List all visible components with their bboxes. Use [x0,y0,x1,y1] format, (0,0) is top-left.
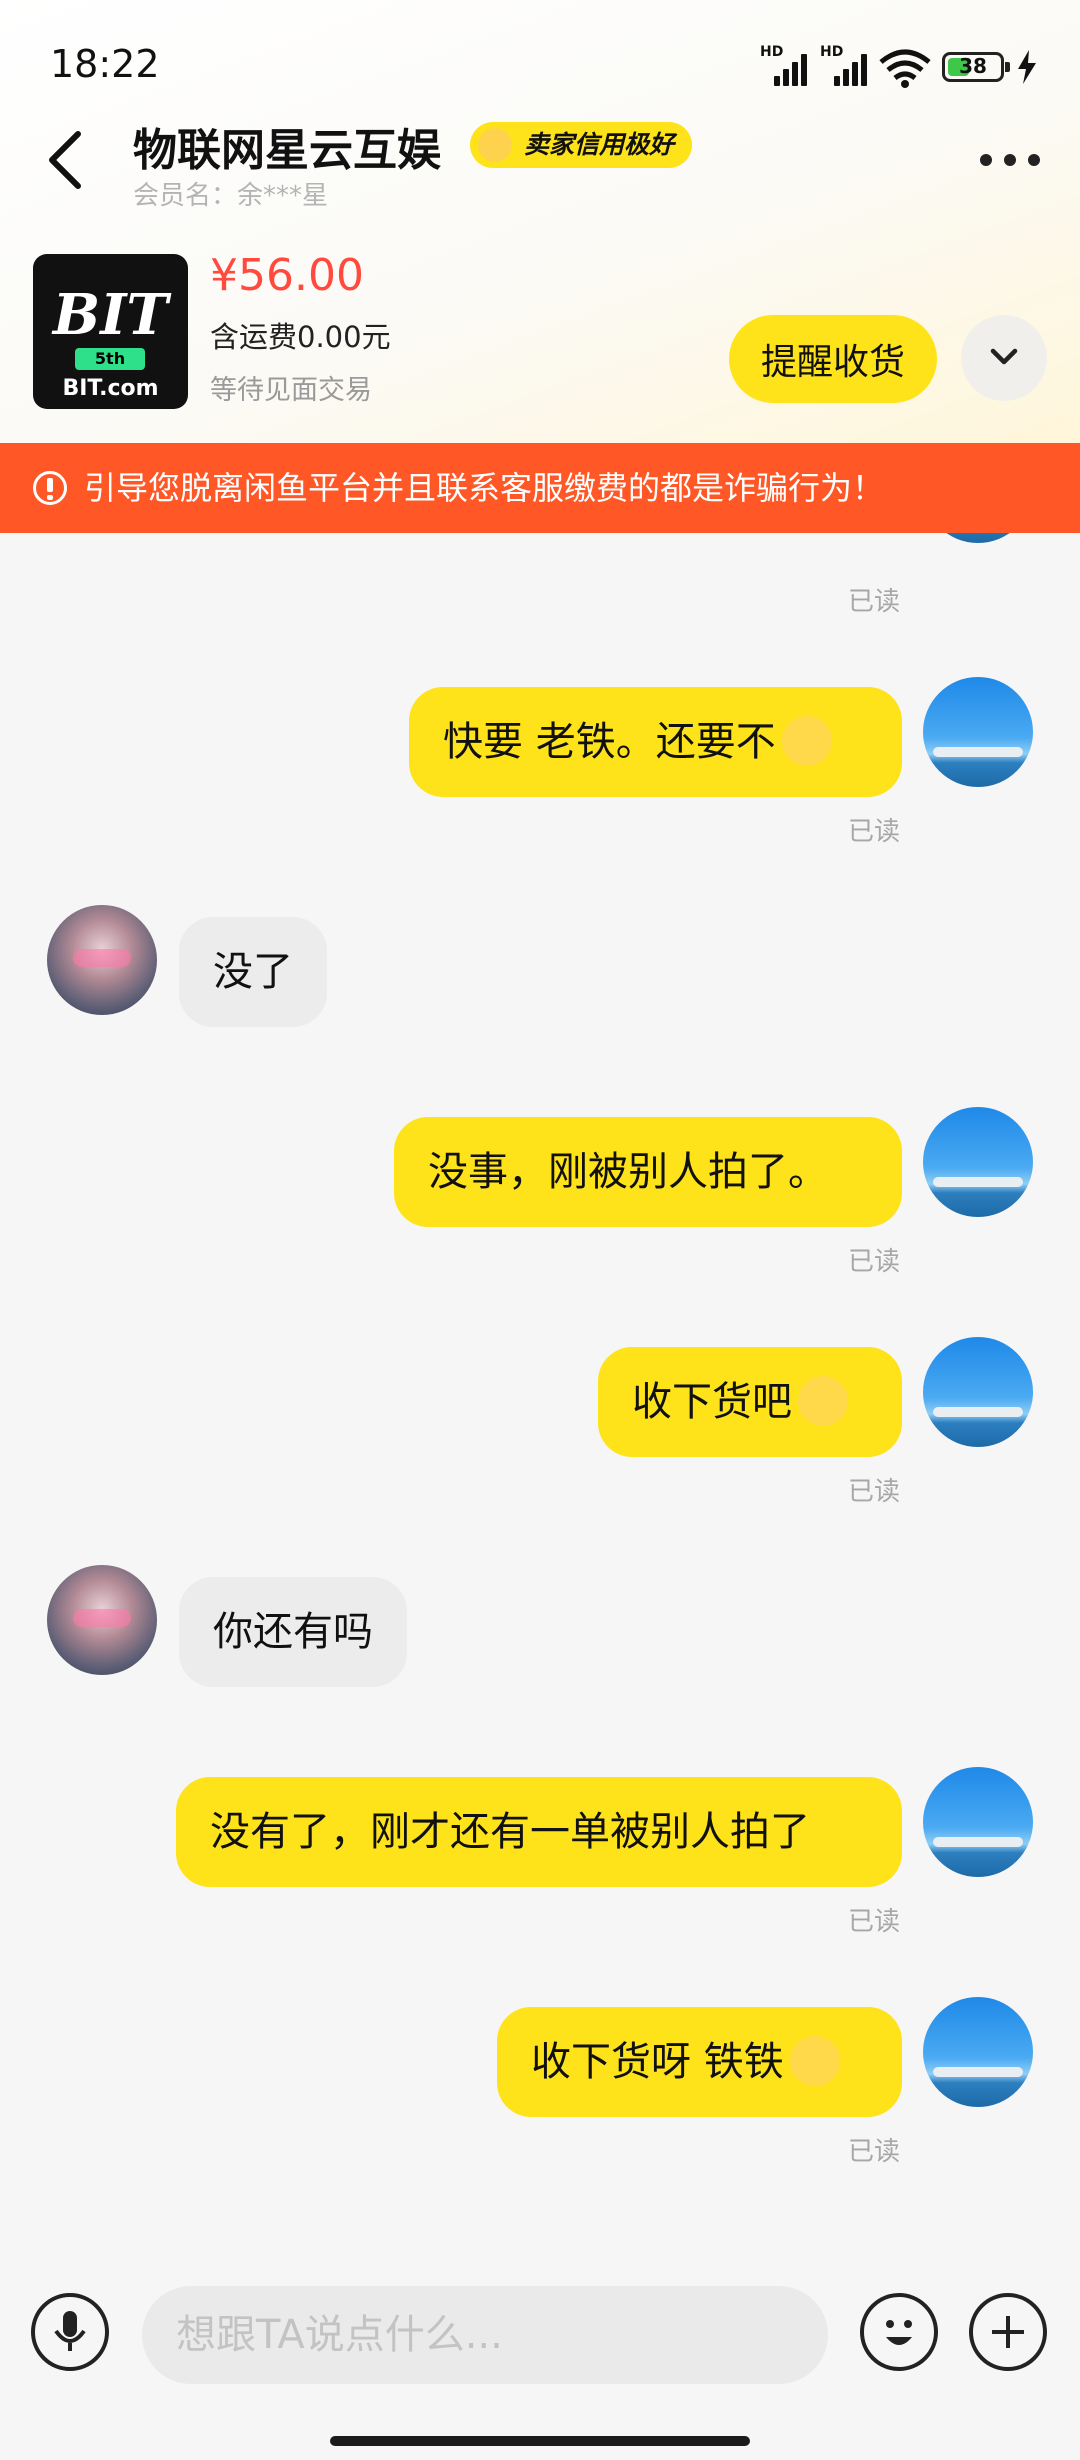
message-bubble-received[interactable]: 没了 [179,917,327,1027]
warning-icon [33,471,67,505]
read-receipt: 已读 [848,1907,901,1937]
chevron-down-icon [990,348,1018,365]
emoji-icon[interactable] [860,2293,938,2371]
my-avatar[interactable] [923,1767,1033,1877]
shipping-fee: 含运费0.00元 [210,320,391,354]
my-avatar[interactable] [923,1997,1033,2107]
product-price: ¥56.00 [210,250,364,301]
message-list[interactable]: 已读 快要 老铁。还要不 已读 没了 没事，刚被别人拍了。 已读 收下货吧 已读… [0,533,1080,2253]
expand-button[interactable] [961,315,1047,401]
chat-screen: 18:22 HD HD 38 物联网星云互娱 卖家信用极好 会员名：余***星 … [0,0,1080,2460]
my-avatar[interactable] [923,677,1033,787]
credit-badge-label: 卖家信用极好 [524,130,675,159]
plus-icon[interactable] [969,2293,1047,2371]
message-input[interactable] [142,2286,828,2384]
read-receipt: 已读 [848,817,901,847]
message-bubble-received[interactable]: 你还有吗 [179,1577,407,1687]
more-options-icon[interactable] [980,148,1040,172]
chat-title: 物联网星云互娱 [133,125,441,176]
message-bubble-sent[interactable]: 收下货吧 [598,1347,902,1457]
member-name: 会员名：余***星 [133,181,329,211]
header-area: 18:22 HD HD 38 物联网星云互娱 卖家信用极好 会员名：余***星 … [0,0,1080,446]
home-indicator [330,2436,750,2446]
status-time: 18:22 [50,42,160,86]
my-avatar[interactable] [923,533,1033,543]
crying-face-icon [781,716,832,766]
remind-receipt-button[interactable]: 提醒收货 [729,315,937,403]
sunglasses-face-icon [478,128,512,162]
input-bar [0,2253,1080,2460]
message-bubble-sent[interactable]: 快要 老铁。还要不 [409,687,902,797]
read-receipt: 已读 [848,587,901,617]
signal-icon-2: HD [820,44,872,86]
fraud-warning-banner: 引导您脱离闲鱼平台并且联系客服缴费的都是诈骗行为！ [0,443,1080,533]
read-receipt: 已读 [848,1477,901,1507]
person-sitting-icon [789,2036,840,2086]
person-sitting-icon [798,1376,848,1426]
read-receipt: 已读 [848,1247,901,1277]
back-arrow-icon[interactable] [44,128,88,192]
read-receipt: 已读 [848,2137,901,2167]
my-avatar[interactable] [923,1107,1033,1217]
charging-icon [1018,50,1036,84]
contact-avatar[interactable] [47,1565,157,1675]
my-avatar[interactable] [923,1337,1033,1447]
microphone-icon[interactable] [31,2293,109,2371]
message-bubble-sent[interactable]: 没事，刚被别人拍了。 [394,1117,902,1227]
order-status: 等待见面交易 [210,375,372,406]
warning-text: 引导您脱离闲鱼平台并且联系客服缴费的都是诈骗行为！ [84,469,885,507]
product-thumbnail[interactable]: BIT 5th BIT.com [33,254,188,409]
battery-icon: 38 [942,52,1010,82]
wifi-icon [879,49,931,88]
credit-badge[interactable]: 卖家信用极好 [470,122,693,168]
signal-icon: HD [760,44,812,86]
contact-avatar[interactable] [47,905,157,1015]
message-bubble-sent[interactable]: 收下货呀 铁铁 [497,2007,902,2117]
message-bubble-sent[interactable]: 没有了，刚才还有一单被别人拍了 [176,1777,902,1887]
status-bar: 18:22 HD HD 38 [0,0,1080,130]
